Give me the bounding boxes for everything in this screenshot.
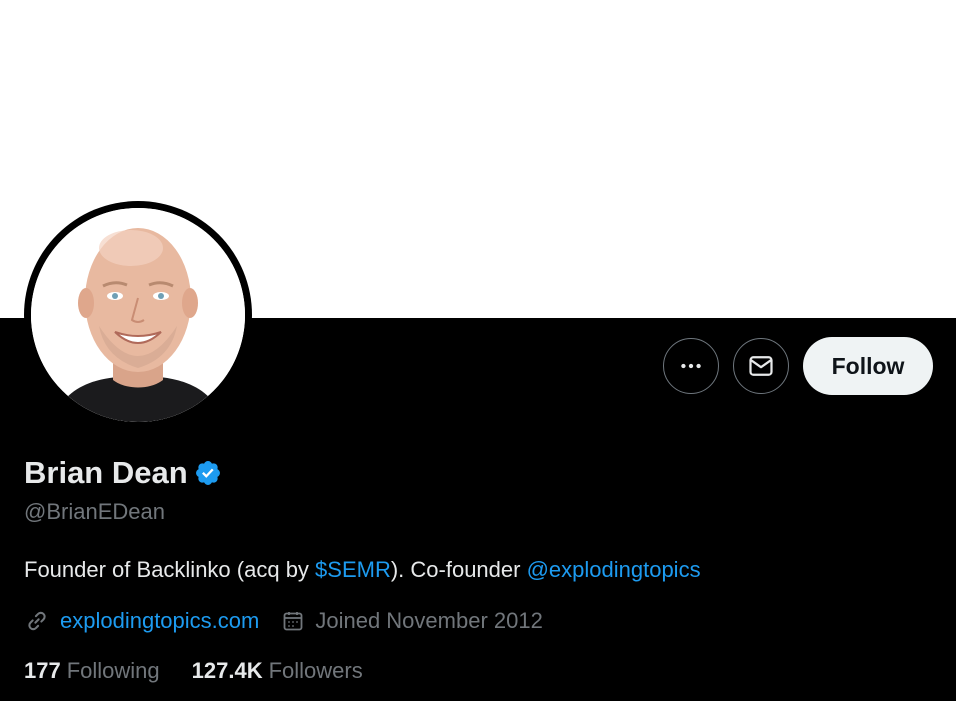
following-count: 177 bbox=[24, 658, 61, 683]
joined-date: Joined November 2012 bbox=[315, 608, 543, 633]
profile-avatar[interactable] bbox=[24, 201, 252, 429]
bio-link-explodingtopics[interactable]: @explodingtopics bbox=[527, 557, 701, 582]
message-button[interactable] bbox=[733, 338, 789, 394]
following-stat[interactable]: 177 Following bbox=[24, 656, 160, 686]
display-name: Brian Dean bbox=[24, 455, 188, 490]
more-button[interactable] bbox=[663, 338, 719, 394]
joined-item: Joined November 2012 bbox=[281, 606, 543, 636]
profile-page: Follow Brian Dean @BrianEDean Founder of… bbox=[0, 0, 956, 701]
name-row: Brian Dean bbox=[24, 453, 222, 493]
profile-stats: 177 Following 127.4K Followers bbox=[24, 656, 363, 686]
following-label: Following bbox=[66, 658, 160, 683]
website-link[interactable]: explodingtopics.com bbox=[60, 606, 259, 636]
verified-badge-icon[interactable] bbox=[194, 459, 222, 487]
bio-text-1: Founder of Backlinko (acq by bbox=[24, 557, 316, 582]
more-horizontal-icon bbox=[678, 353, 704, 379]
envelope-icon bbox=[747, 352, 775, 380]
user-handle: @BrianEDean bbox=[24, 499, 165, 524]
website-item: explodingtopics.com bbox=[24, 606, 259, 636]
followers-label: Followers bbox=[268, 658, 363, 683]
bio-text-2: ). Co-founder bbox=[390, 557, 527, 582]
avatar-photo bbox=[31, 208, 245, 422]
followers-stat[interactable]: 127.4K Followers bbox=[192, 656, 363, 686]
profile-actions: Follow bbox=[663, 337, 933, 395]
profile-meta: explodingtopics.com Joined November 2012 bbox=[24, 606, 543, 636]
follow-button[interactable]: Follow bbox=[803, 337, 933, 395]
followers-count: 127.4K bbox=[191, 658, 263, 683]
link-icon bbox=[24, 608, 50, 634]
calendar-icon bbox=[281, 609, 305, 633]
bio-link-semr[interactable]: $SEMR bbox=[315, 557, 391, 582]
profile-bio: Founder of Backlinko (acq by $SEMR). Co-… bbox=[24, 555, 701, 585]
